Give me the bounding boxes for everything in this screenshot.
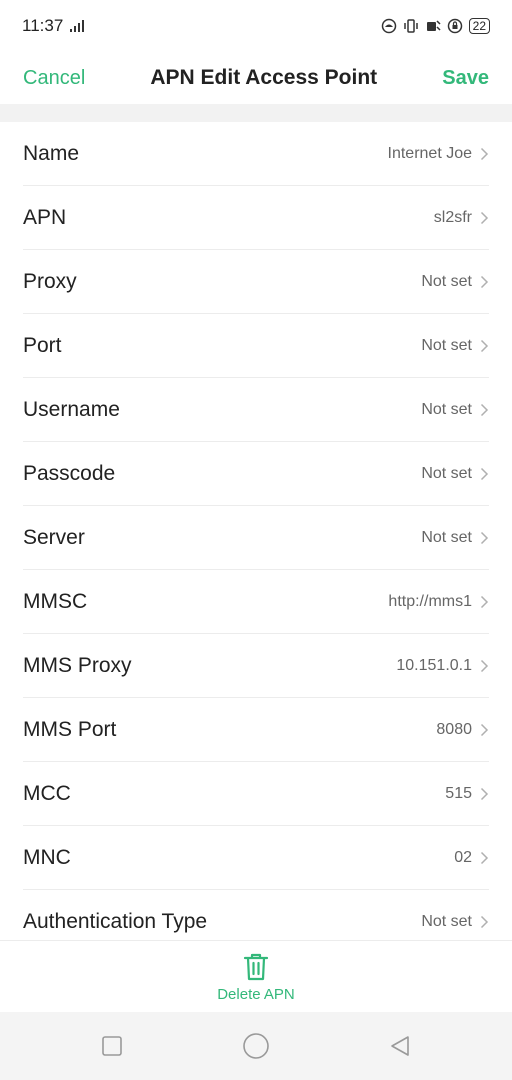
field-value: sl2sfr: [433, 208, 472, 226]
battery-indicator: 22: [468, 18, 490, 34]
apn-field-row[interactable]: Name Internet Joe: [23, 122, 489, 186]
status-time: 11:37: [22, 16, 64, 35]
field-value-group: Not set: [421, 273, 489, 291]
vibrate-icon: [403, 19, 418, 33]
cancel-button[interactable]: Cancel: [23, 67, 85, 90]
field-label: Server: [23, 525, 85, 549]
chevron-right-icon: [480, 531, 489, 544]
field-label: MMSC: [23, 589, 88, 613]
apn-field-row[interactable]: MMS Port 8080: [23, 698, 489, 762]
delete-apn-label: Delete APN: [217, 985, 295, 1003]
field-value-group: Not set: [421, 913, 489, 931]
chevron-right-icon: [480, 403, 489, 416]
apn-field-row[interactable]: MCC 515: [23, 762, 489, 826]
apn-field-row[interactable]: Port Not set: [23, 314, 489, 378]
home-circle-icon: [243, 1033, 269, 1059]
apn-field-row[interactable]: Server Not set: [23, 506, 489, 570]
field-value-group: http://mms1: [388, 593, 489, 611]
field-value: Not set: [421, 400, 472, 418]
field-value: Not set: [421, 464, 472, 482]
field-label: MMS Port: [23, 717, 117, 741]
field-label: Proxy: [23, 269, 77, 293]
header-divider: [0, 104, 512, 122]
field-label: Username: [23, 397, 120, 421]
system-nav-bar: [0, 1012, 512, 1080]
field-value: http://mms1: [388, 592, 472, 610]
chevron-right-icon: [480, 851, 489, 864]
field-value-group: Internet Joe: [388, 145, 490, 163]
chevron-right-icon: [480, 915, 489, 928]
save-button[interactable]: Save: [442, 67, 489, 90]
chevron-right-icon: [480, 659, 489, 672]
apn-field-row[interactable]: MNC 02: [23, 826, 489, 890]
lock-icon: [447, 18, 462, 34]
signal-icon: [70, 20, 85, 32]
field-value-group: Not set: [421, 401, 489, 419]
field-value: Not set: [421, 912, 472, 930]
page-title: APN Edit Access Point: [150, 66, 378, 89]
data-icon: [426, 20, 441, 31]
status-bar: 11:37 22: [0, 0, 512, 52]
apn-field-list: Name Internet Joe APN sl2sfr Proxy Not set Por…: [0, 122, 512, 940]
field-label: Passcode: [23, 461, 116, 485]
apn-field-row[interactable]: MMS Proxy 10.151.0.1: [23, 634, 489, 698]
chevron-right-icon: [480, 595, 489, 608]
field-value-group: 02: [454, 849, 489, 867]
field-value-group: Not set: [421, 337, 489, 355]
recents-square-icon: [102, 1036, 122, 1056]
field-value: 10.151.0.1: [396, 656, 472, 674]
field-value: Not set: [421, 336, 472, 354]
field-value-group: 8080: [436, 721, 489, 739]
back-triangle-icon: [391, 1036, 409, 1056]
chevron-right-icon: [480, 787, 489, 800]
delete-apn-button[interactable]: Delete APN: [217, 952, 295, 1003]
app-header: Cancel APN Edit Access Point Save: [0, 52, 512, 104]
apn-field-row[interactable]: Authentication Type Not set: [23, 890, 489, 940]
field-value: 02: [454, 848, 472, 866]
field-value: 8080: [436, 720, 472, 738]
chevron-right-icon: [480, 723, 489, 736]
apn-field-row[interactable]: Proxy Not set: [23, 250, 489, 314]
recents-button[interactable]: [98, 1032, 126, 1060]
field-value: 515: [445, 784, 472, 802]
field-value-group: 10.151.0.1: [396, 657, 489, 675]
field-label: Authentication Type: [23, 909, 208, 933]
chevron-right-icon: [480, 339, 489, 352]
apn-field-row[interactable]: APN sl2sfr: [23, 186, 489, 250]
chevron-right-icon: [480, 211, 489, 224]
trash-icon: [243, 953, 269, 980]
chevron-right-icon: [480, 147, 489, 160]
field-label: APN: [23, 205, 67, 229]
field-value: Not set: [421, 528, 472, 546]
apn-field-row[interactable]: Username Not set: [23, 378, 489, 442]
field-label: Name: [23, 141, 80, 165]
field-value-group: sl2sfr: [434, 209, 489, 227]
apn-field-row[interactable]: MMSC http://mms1: [23, 570, 489, 634]
chevron-right-icon: [480, 275, 489, 288]
field-label: MNC: [23, 845, 71, 869]
back-button[interactable]: [386, 1032, 414, 1060]
field-value-group: 515: [445, 785, 489, 803]
field-label: MCC: [23, 781, 71, 805]
home-button[interactable]: [242, 1032, 270, 1060]
field-value-group: Not set: [421, 529, 489, 547]
field-value: Not set: [421, 272, 472, 290]
chevron-right-icon: [480, 467, 489, 480]
field-label: Port: [23, 333, 62, 357]
sim-icon: [381, 18, 396, 34]
bottom-action-bar: Delete APN: [0, 940, 512, 1013]
field-value: Internet Joe: [387, 144, 473, 162]
apn-field-row[interactable]: Passcode Not set: [23, 442, 489, 506]
field-value-group: Not set: [421, 465, 489, 483]
field-label: MMS Proxy: [23, 653, 132, 677]
